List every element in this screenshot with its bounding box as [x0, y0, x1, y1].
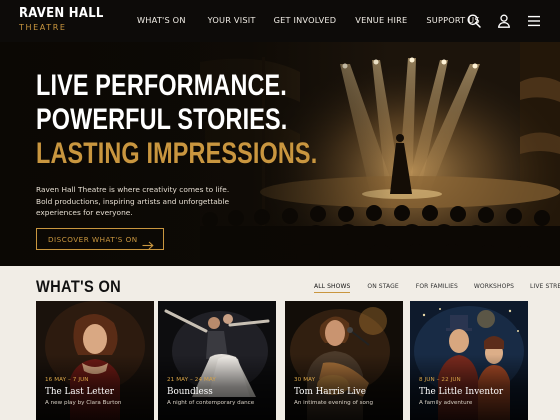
headline-line-1: LIVE PERFORMANCE.: [36, 69, 287, 102]
tab-all-shows[interactable]: ALL SHOWS: [314, 283, 351, 293]
headline-line-2: POWERFUL STORIES.: [36, 103, 288, 136]
show-filter-tabs: ALL SHOWS ON STAGE FOR FAMILIES WORKSHOP…: [314, 283, 560, 293]
hero-banner: LIVE PERFORMANCE. POWERFUL STORIES. LAST…: [0, 42, 560, 266]
show-subtitle: An intimate evening of song: [294, 400, 374, 406]
show-card-tom-harris-live[interactable]: 30 MAY Tom Harris Live An intimate eveni…: [285, 301, 403, 420]
show-title: The Little Inventor: [419, 387, 504, 397]
section-title: WHAT'S ON: [36, 277, 122, 296]
show-date: 21 MAY – 24 MAY: [167, 377, 216, 383]
show-title: The Last Letter: [45, 387, 114, 397]
search-icon[interactable]: [466, 13, 482, 29]
nav-your-visit[interactable]: YOUR VISIT: [208, 15, 256, 25]
logo-subtitle: THEATRE: [19, 23, 67, 32]
show-date: 30 MAY: [294, 377, 316, 383]
cta-label: DISCOVER WHAT'S ON: [48, 234, 138, 244]
show-subtitle: A new play by Clara Burton: [45, 400, 122, 406]
site-header: RAVEN HALL THEATRE WHAT'S ON YOUR VISIT …: [0, 0, 560, 42]
nav-venue-hire[interactable]: VENUE HIRE: [355, 15, 407, 25]
tab-for-families[interactable]: FOR FAMILIES: [416, 283, 458, 293]
discover-whats-on-button[interactable]: DISCOVER WHAT'S ON: [36, 228, 164, 250]
main-nav: WHAT'S ON YOUR VISIT GET INVOLVED VENUE …: [137, 15, 480, 25]
show-subtitle: A night of contemporary dance: [167, 400, 255, 406]
show-date: 16 MAY – 7 JUN: [45, 377, 89, 383]
show-date: 8 JUN – 22 JUN: [419, 377, 461, 383]
show-subtitle: A family adventure: [419, 400, 473, 406]
show-title: Boundless: [167, 387, 213, 397]
tab-workshops[interactable]: WORKSHOPS: [474, 283, 514, 293]
show-title: Tom Harris Live: [294, 387, 366, 397]
logo-wordmark: RAVEN HALL: [19, 6, 104, 21]
show-card-the-last-letter[interactable]: 16 MAY – 7 JUN The Last Letter A new pla…: [36, 301, 154, 420]
show-card-the-little-inventor[interactable]: 8 JUN – 22 JUN The Little Inventor A fam…: [410, 301, 528, 420]
hero-description: Raven Hall Theatre is where creativity c…: [36, 185, 230, 218]
menu-icon[interactable]: [526, 13, 542, 29]
account-icon[interactable]: [496, 13, 512, 29]
arrow-right-icon: [142, 235, 154, 254]
nav-whats-on[interactable]: WHAT'S ON: [137, 15, 186, 25]
tab-live-stream[interactable]: LIVE STREAM: [530, 283, 560, 293]
nav-get-involved[interactable]: GET INVOLVED: [274, 15, 337, 25]
show-card-boundless[interactable]: 21 MAY – 24 MAY Boundless A night of con…: [158, 301, 276, 420]
tab-on-stage[interactable]: ON STAGE: [367, 283, 398, 293]
hero-headline: LIVE PERFORMANCE. POWERFUL STORIES. LAST…: [36, 69, 397, 171]
headline-line-3: LASTING IMPRESSIONS.: [36, 137, 318, 170]
site-logo[interactable]: RAVEN HALL THEATRE: [19, 7, 113, 34]
